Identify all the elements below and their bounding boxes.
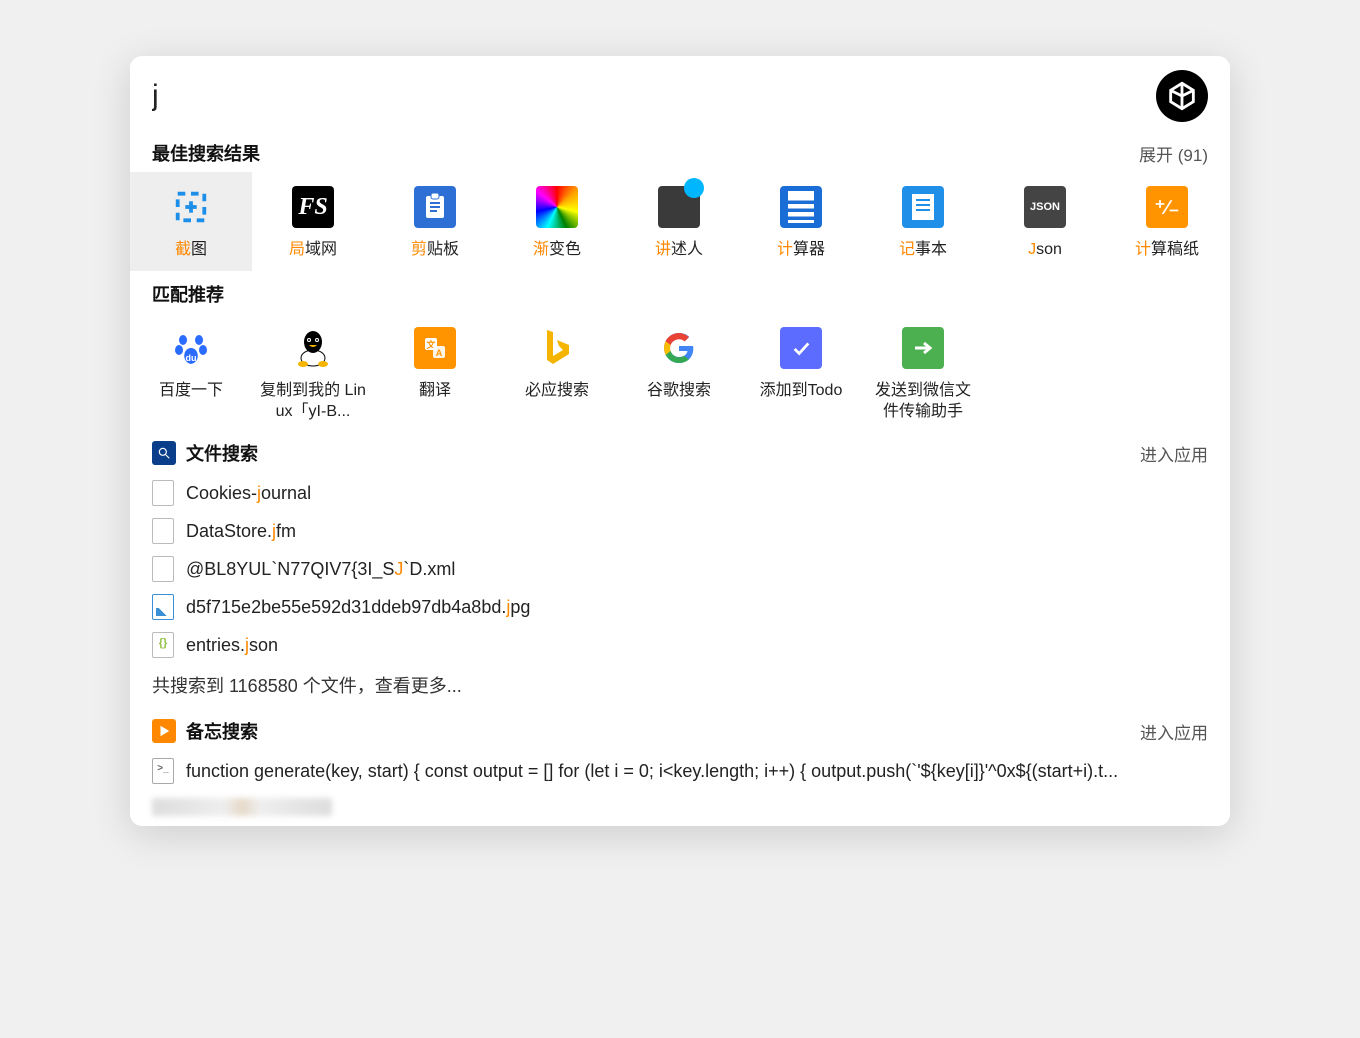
best-result-item[interactable]: JSONJson [984, 172, 1106, 271]
file-result-row[interactable]: DataStore.jfm [152, 512, 1208, 550]
file-result-row[interactable]: entries.json [152, 626, 1208, 664]
file-search-title: 文件搜索 [186, 440, 1140, 466]
recommend-label: 发送到微信文件传输助手 [868, 381, 978, 423]
file-name: entries.json [186, 635, 278, 656]
recommend-label: 百度一下 [136, 381, 246, 402]
recommend-item[interactable]: 发送到微信文件传输助手 [862, 313, 984, 433]
recommend-label: 添加到Todo [746, 381, 856, 402]
recommend-item[interactable]: 谷歌搜索 [618, 313, 740, 433]
enter-memo-app[interactable]: 进入应用 [1140, 719, 1208, 744]
file-name: d5f715e2be55e592d31ddeb97db4a8bd.jpg [186, 597, 530, 618]
file-result-row[interactable]: Cookies-journal [152, 474, 1208, 512]
expand-best-results[interactable]: 展开 (91) [1139, 141, 1208, 166]
file-name: @BL8YUL`N77QIV7{3I_SJ`D.xml [186, 559, 455, 580]
best-results-grid: 截图 FS局域网剪贴板渐变色讲述人计算器记事本 JSONJson⁺∕₋计算稿纸 [130, 172, 1230, 271]
svg-text:du: du [186, 353, 197, 363]
code-icon [152, 758, 174, 784]
recommend-item[interactable]: 添加到Todo [740, 313, 862, 433]
file-search-summary[interactable]: 共搜索到 1168580 个文件，查看更多... [130, 664, 1230, 710]
memo-result-text: function generate(key, start) { const ou… [186, 761, 1118, 782]
recommend-label: 翻译 [380, 381, 490, 402]
best-result-label: 截图 [136, 240, 246, 261]
memo-search-header: 备忘搜索 进入应用 [130, 710, 1230, 752]
app-logo-icon [1156, 70, 1208, 122]
best-result-label: 渐变色 [502, 240, 612, 261]
file-icon [152, 556, 174, 582]
recommend-header: 匹配推荐 [130, 271, 1230, 313]
recommend-item[interactable]: 文A翻译 [374, 313, 496, 433]
best-results-title: 最佳搜索结果 [152, 140, 260, 166]
file-icon [152, 594, 174, 620]
recommend-title: 匹配推荐 [152, 281, 224, 307]
best-result-item[interactable]: FS局域网 [252, 172, 374, 271]
memo-search-title: 备忘搜索 [186, 718, 1140, 744]
svg-text:A: A [436, 348, 443, 358]
recommend-grid: du百度一下复制到我的 Linux「yI-B...文A翻译必应搜索谷歌搜索添加到… [130, 313, 1230, 433]
recommend-label: 复制到我的 Linux「yI-B... [258, 381, 368, 423]
best-result-label: 讲述人 [624, 240, 734, 261]
memo-result-row[interactable]: function generate(key, start) { const ou… [130, 752, 1230, 798]
best-result-label: 计算器 [746, 240, 856, 261]
file-name: DataStore.jfm [186, 521, 296, 542]
best-result-item[interactable]: 讲述人 [618, 172, 740, 271]
best-results-header: 最佳搜索结果 展开 (91) [130, 130, 1230, 172]
file-search-header: 文件搜索 进入应用 [130, 432, 1230, 474]
recommend-label: 必应搜索 [502, 381, 612, 402]
best-result-item[interactable]: 计算器 [740, 172, 862, 271]
recommend-item[interactable]: 必应搜索 [496, 313, 618, 433]
best-result-item[interactable]: ⁺∕₋计算稿纸 [1106, 172, 1228, 271]
file-name: Cookies-journal [186, 483, 311, 504]
search-icon [152, 441, 176, 465]
memo-icon [152, 719, 176, 743]
recommend-label: 谷歌搜索 [624, 381, 734, 402]
file-search-list: Cookies-journal DataStore.jfm @BL8YUL`N77Q… [130, 474, 1230, 664]
best-result-item[interactable]: 渐变色 [496, 172, 618, 271]
recommend-item[interactable]: du 百度一下 [130, 313, 252, 433]
file-icon [152, 518, 174, 544]
file-result-row[interactable]: d5f715e2be55e592d31ddeb97db4a8bd.jpg [152, 588, 1208, 626]
best-result-label: 记事本 [868, 240, 978, 261]
recommend-item[interactable]: 复制到我的 Linux「yI-B... [252, 313, 374, 433]
enter-file-app[interactable]: 进入应用 [1140, 441, 1208, 466]
best-result-label: 局域网 [258, 240, 368, 261]
best-result-item[interactable]: 剪贴板 [374, 172, 496, 271]
best-result-label: 计算稿纸 [1112, 240, 1222, 261]
launcher-window: 最佳搜索结果 展开 (91) 截图 FS局域网剪贴板渐变色讲述人计算器记事本 JSO… [130, 56, 1230, 826]
file-result-row[interactable]: @BL8YUL`N77QIV7{3I_SJ`D.xml [152, 550, 1208, 588]
best-result-label: 剪贴板 [380, 240, 490, 261]
file-icon [152, 632, 174, 658]
file-icon [152, 480, 174, 506]
footer-blur [152, 798, 332, 816]
best-result-item[interactable]: 记事本 [862, 172, 984, 271]
best-result-item[interactable]: 截图 [130, 172, 252, 271]
best-result-label: Json [990, 240, 1100, 261]
search-input[interactable] [152, 79, 1156, 113]
search-row [130, 56, 1230, 130]
